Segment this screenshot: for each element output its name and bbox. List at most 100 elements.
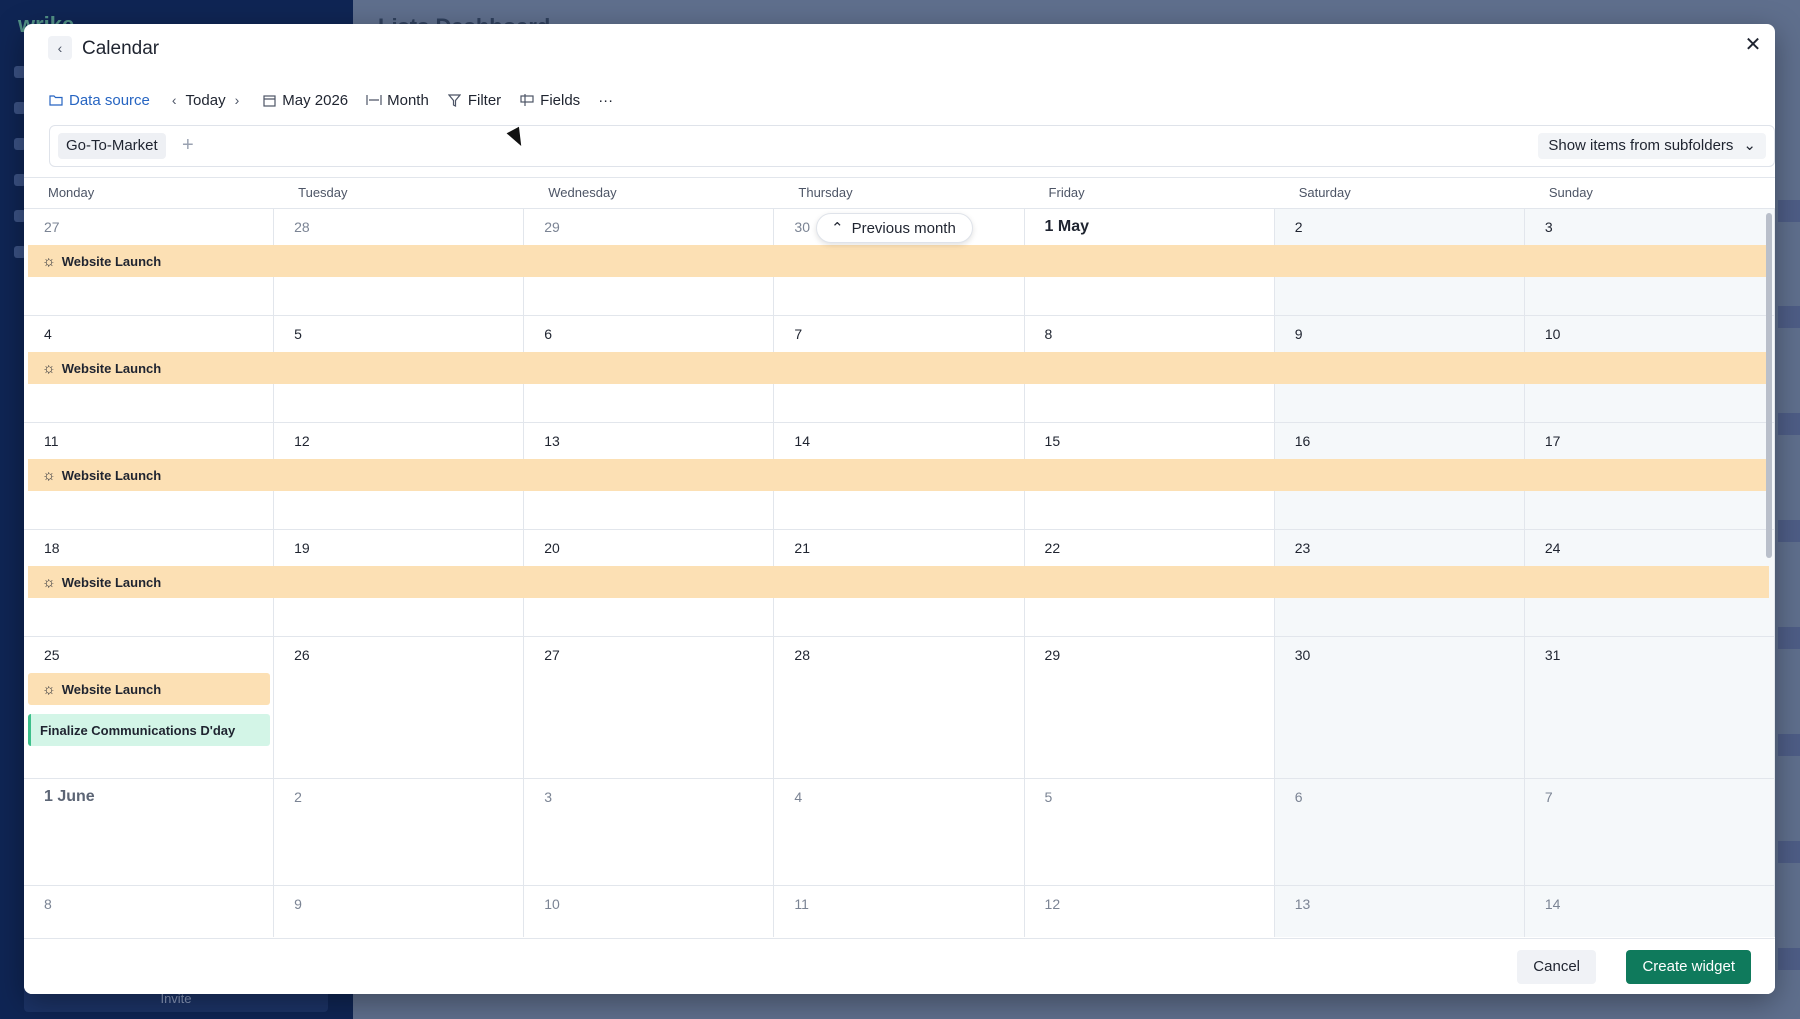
- today-navigation: ‹ Today ›: [168, 92, 243, 109]
- period-picker[interactable]: May 2026: [261, 92, 348, 109]
- event-label: Website Launch: [61, 574, 162, 590]
- day-number: 22: [1044, 540, 1061, 556]
- day-number: 28: [794, 647, 810, 663]
- day-number: 1 June: [44, 788, 95, 805]
- day-number: 2: [1294, 219, 1303, 235]
- day-cell[interactable]: 12: [1025, 886, 1275, 937]
- day-number: 13: [544, 433, 560, 449]
- day-cell[interactable]: 3: [524, 779, 775, 885]
- day-number: 20: [544, 540, 560, 556]
- data-source-label: Data source: [69, 91, 150, 109]
- view-scale-button[interactable]: Month: [366, 92, 429, 109]
- day-number: 25: [44, 647, 60, 663]
- chevron-right-icon[interactable]: ›: [231, 92, 244, 108]
- chevron-left-icon[interactable]: ‹: [168, 92, 181, 108]
- day-number: 8: [44, 896, 52, 912]
- day-number: 26: [294, 647, 310, 663]
- day-cell[interactable]: 30: [1274, 637, 1525, 778]
- day-number: 27: [44, 219, 60, 235]
- day-number: 1 May: [1044, 218, 1090, 235]
- back-button[interactable]: ‹: [48, 36, 72, 60]
- day-number: 9: [1294, 326, 1303, 342]
- more-icon: ···: [598, 91, 614, 109]
- previous-month-label: Previous month: [851, 219, 956, 237]
- weekday-saturday: Saturday: [1298, 185, 1351, 200]
- weekday-tuesday: Tuesday: [298, 185, 348, 200]
- day-number: 15: [1044, 433, 1061, 449]
- day-cell[interactable]: 2: [274, 779, 525, 885]
- event-label: Website Launch: [61, 681, 162, 697]
- event-bar-website-launch[interactable]: ☼ Website Launch: [28, 673, 270, 705]
- calendar-widget-dialog: ‹ Calendar ✕ Data source ‹ Today › May 2…: [24, 24, 1775, 994]
- event-bar-finalize-communications[interactable]: Finalize Communications D'day: [28, 714, 270, 746]
- day-cell[interactable]: 7: [1524, 779, 1775, 885]
- previous-month-button[interactable]: ⌃ Previous month: [816, 213, 973, 243]
- weekday-sunday: Sunday: [1548, 185, 1593, 200]
- day-number: 11: [794, 896, 809, 912]
- day-number: 9: [294, 896, 302, 912]
- event-label: Finalize Communications D'day: [40, 722, 236, 738]
- cancel-button[interactable]: Cancel: [1517, 950, 1596, 984]
- day-cell[interactable]: 10: [524, 886, 775, 937]
- fields-button[interactable]: Fields: [519, 92, 580, 109]
- event-bar-website-launch[interactable]: ☼ Website Launch: [28, 459, 1769, 491]
- day-number: 17: [1544, 433, 1561, 449]
- day-cell[interactable]: 28: [774, 637, 1025, 778]
- event-bar-website-launch[interactable]: ☼ Website Launch: [28, 245, 1769, 277]
- day-cell[interactable]: 11: [774, 886, 1025, 937]
- create-widget-button[interactable]: Create widget: [1626, 950, 1751, 984]
- day-cell[interactable]: 29: [1025, 637, 1275, 778]
- day-cell[interactable]: 9: [274, 886, 525, 937]
- day-number: 3: [1544, 219, 1553, 235]
- add-folder-icon[interactable]: +: [182, 133, 194, 157]
- fields-icon: [519, 92, 535, 108]
- dialog-header: ‹ Calendar ✕: [24, 24, 1775, 76]
- more-options-button[interactable]: ···: [598, 92, 613, 109]
- event-bar-website-launch[interactable]: ☼ Website Launch: [28, 566, 1769, 598]
- fields-label: Fields: [540, 91, 581, 109]
- day-cell[interactable]: 26: [274, 637, 525, 778]
- day-cell[interactable]: 5: [1025, 779, 1275, 885]
- horizontal-arrows-icon: [366, 92, 382, 108]
- day-cell[interactable]: 27: [524, 637, 775, 778]
- today-button[interactable]: Today: [186, 92, 226, 109]
- day-number: 5: [1044, 789, 1053, 805]
- day-cell[interactable]: 14: [1524, 886, 1775, 937]
- week-row: 8 9 10 11 12 13 14: [24, 886, 1775, 937]
- day-number: 10: [1544, 326, 1561, 342]
- weekday-monday: Monday: [48, 185, 95, 200]
- day-cell[interactable]: 4: [774, 779, 1025, 885]
- day-cell[interactable]: 6: [1274, 779, 1525, 885]
- week-row: 25 26 27 28 29 30 31 ☼ Website Launch Finalize Co…: [24, 637, 1775, 779]
- day-cell[interactable]: 31: [1524, 637, 1775, 778]
- day-number: 28: [294, 219, 310, 235]
- day-number: 4: [44, 326, 52, 342]
- weekday-thursday: Thursday: [798, 185, 853, 200]
- day-number: 14: [1544, 896, 1561, 912]
- sun-icon: ☼: [42, 252, 56, 270]
- event-label: Website Launch: [61, 253, 162, 269]
- filter-button[interactable]: Filter: [447, 92, 501, 109]
- day-number: 27: [544, 647, 560, 663]
- folder-chip[interactable]: Go-To-Market: [58, 133, 166, 159]
- sun-icon: ☼: [42, 573, 56, 591]
- day-number: 23: [1294, 540, 1311, 556]
- weekday-wednesday: Wednesday: [548, 185, 617, 200]
- calendar-scrollbar[interactable]: [1766, 213, 1772, 558]
- calendar-icon: [261, 92, 277, 108]
- close-button[interactable]: ✕: [1741, 32, 1765, 56]
- day-number: 29: [544, 219, 560, 235]
- event-bar-website-launch[interactable]: ☼ Website Launch: [28, 352, 1769, 384]
- day-number: 4: [794, 789, 803, 805]
- day-number: 18: [44, 540, 60, 556]
- day-cell[interactable]: 13: [1274, 886, 1525, 937]
- day-cell[interactable]: 1 June: [24, 779, 275, 885]
- subfolders-dropdown[interactable]: Show items from subfolders ⌄: [1538, 133, 1766, 159]
- chevron-left-icon: ‹: [57, 40, 63, 56]
- day-cell[interactable]: 25: [24, 637, 275, 778]
- day-number: 29: [1044, 647, 1061, 663]
- dialog-title: Calendar: [82, 38, 160, 59]
- data-source-button[interactable]: Data source: [48, 92, 150, 109]
- calendar-grid: Monday Tuesday Wednesday Thursday Friday Satu…: [24, 177, 1775, 937]
- day-cell[interactable]: 8: [24, 886, 275, 937]
